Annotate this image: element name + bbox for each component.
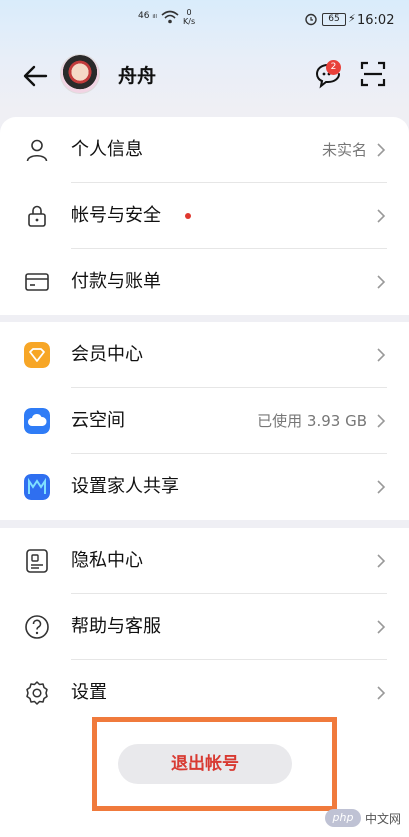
highlight-annotation-box: [92, 717, 337, 811]
chevron-right-icon: [377, 414, 386, 428]
avatar[interactable]: [60, 54, 100, 94]
chevron-right-icon: [377, 209, 386, 223]
chevron-right-icon: [377, 620, 386, 634]
lock-icon: [24, 203, 50, 229]
chevron-right-icon: [377, 554, 386, 568]
help-service-label: 帮助与客服: [71, 616, 161, 637]
battery-indicator: 65: [322, 13, 346, 26]
privacy-center-label: 隐私中心: [71, 550, 143, 571]
signal-indicator: 46 ᵢₗₗ: [138, 11, 157, 21]
family-share-label: 设置家人共享: [71, 476, 179, 497]
chevron-right-icon: [377, 275, 386, 289]
support-group: 隐私中心 帮助与客服 设置: [0, 528, 409, 726]
member-center-row[interactable]: 会员中心: [0, 322, 409, 388]
account-security-label: 帐号与安全: [71, 205, 161, 226]
help-icon: [24, 614, 50, 640]
payment-billing-label: 付款与账单: [71, 271, 161, 292]
services-group: 会员中心 云空间 已使用 3.93 GB 设置家人共享: [0, 322, 409, 520]
settings-label: 设置: [71, 682, 107, 703]
cloud-space-row[interactable]: 云空间 已使用 3.93 GB: [0, 388, 409, 454]
charging-icon: ⚡: [348, 12, 356, 25]
payment-billing-row[interactable]: 付款与账单: [0, 249, 409, 315]
watermark-logo: php: [324, 809, 361, 827]
account-header: 舟舟 2: [0, 52, 409, 98]
card-icon: [24, 269, 50, 295]
settings-icon: [24, 680, 50, 706]
scan-icon[interactable]: [359, 60, 387, 88]
privacy-center-row[interactable]: 隐私中心: [0, 528, 409, 594]
person-icon: [24, 137, 50, 163]
chevron-right-icon: [377, 348, 386, 362]
verification-status: 未实名: [321, 141, 367, 159]
chevron-right-icon: [377, 686, 386, 700]
watermark-text: 中文网: [364, 811, 401, 826]
cloud-icon: [24, 408, 50, 434]
alarm-icon: [305, 13, 317, 26]
cloud-space-label: 云空间: [71, 410, 125, 431]
message-badge: 2: [326, 60, 341, 75]
chevron-right-icon: [377, 143, 386, 157]
storage-used: 已使用 3.93 GB: [257, 412, 367, 430]
account-settings-group: 个人信息 未实名 帐号与安全 付款与账单: [0, 117, 409, 315]
help-service-row[interactable]: 帮助与客服: [0, 594, 409, 660]
chevron-right-icon: [377, 480, 386, 494]
back-arrow-icon[interactable]: [20, 60, 52, 92]
family-share-row[interactable]: 设置家人共享: [0, 454, 409, 520]
watermark: php 中文网: [324, 809, 401, 827]
family-share-icon: [24, 474, 50, 500]
member-center-label: 会员中心: [71, 344, 143, 365]
personal-info-label: 个人信息: [71, 139, 143, 160]
account-security-row[interactable]: 帐号与安全: [0, 183, 409, 249]
wifi-icon: [161, 10, 179, 24]
personal-info-row[interactable]: 个人信息 未实名: [0, 117, 409, 183]
network-speed: 0 K/s: [183, 8, 196, 26]
new-notice-dot: [185, 213, 191, 219]
status-time: 16:02: [357, 13, 395, 28]
username: 舟舟: [118, 65, 157, 87]
privacy-icon: [24, 548, 50, 574]
status-bar: 46 ᵢₗₗ 0 K/s 65 ⚡ 16:02: [0, 0, 409, 40]
member-center-icon: [24, 342, 50, 368]
